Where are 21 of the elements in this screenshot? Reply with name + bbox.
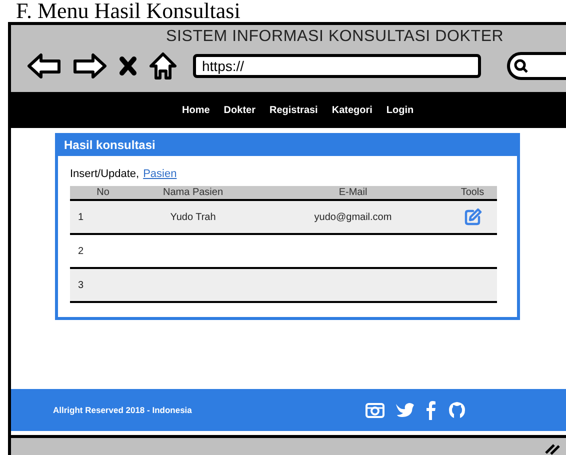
nav-link[interactable]: Login <box>386 104 414 116</box>
intro-text: Insert/Update, <box>70 168 140 180</box>
window-title: SISTEM INFORMASI KONSULTASI DOKTER <box>166 28 504 46</box>
column-header: Tools <box>460 187 486 198</box>
footer-text: Allright Reserved 2018 - Indonesia <box>53 405 192 415</box>
table-cell-text: 3 <box>77 280 85 290</box>
caption: F. Menu Hasil Konsultasi <box>16 0 240 23</box>
table-cell-text: 1 <box>77 212 85 222</box>
column-header: E-Mail <box>338 187 368 198</box>
address-field[interactable]: https:// <box>193 54 481 78</box>
panel-title: Hasil konsultasi <box>58 136 517 156</box>
patient-link[interactable]: Pasien <box>143 168 177 180</box>
nav-link[interactable]: Dokter <box>224 104 256 116</box>
nav-link[interactable]: Kategori <box>332 104 372 116</box>
table-cell-text: 2 <box>77 246 85 256</box>
table-cell-text: yudo@gmail.com <box>313 212 393 222</box>
nav-link[interactable]: Home <box>182 104 210 116</box>
column-header: No <box>96 187 110 198</box>
nav-link[interactable]: Registrasi <box>269 104 318 116</box>
table-cell-text: Yudo Trah <box>169 212 217 222</box>
column-header: Nama Pasien <box>162 187 224 198</box>
